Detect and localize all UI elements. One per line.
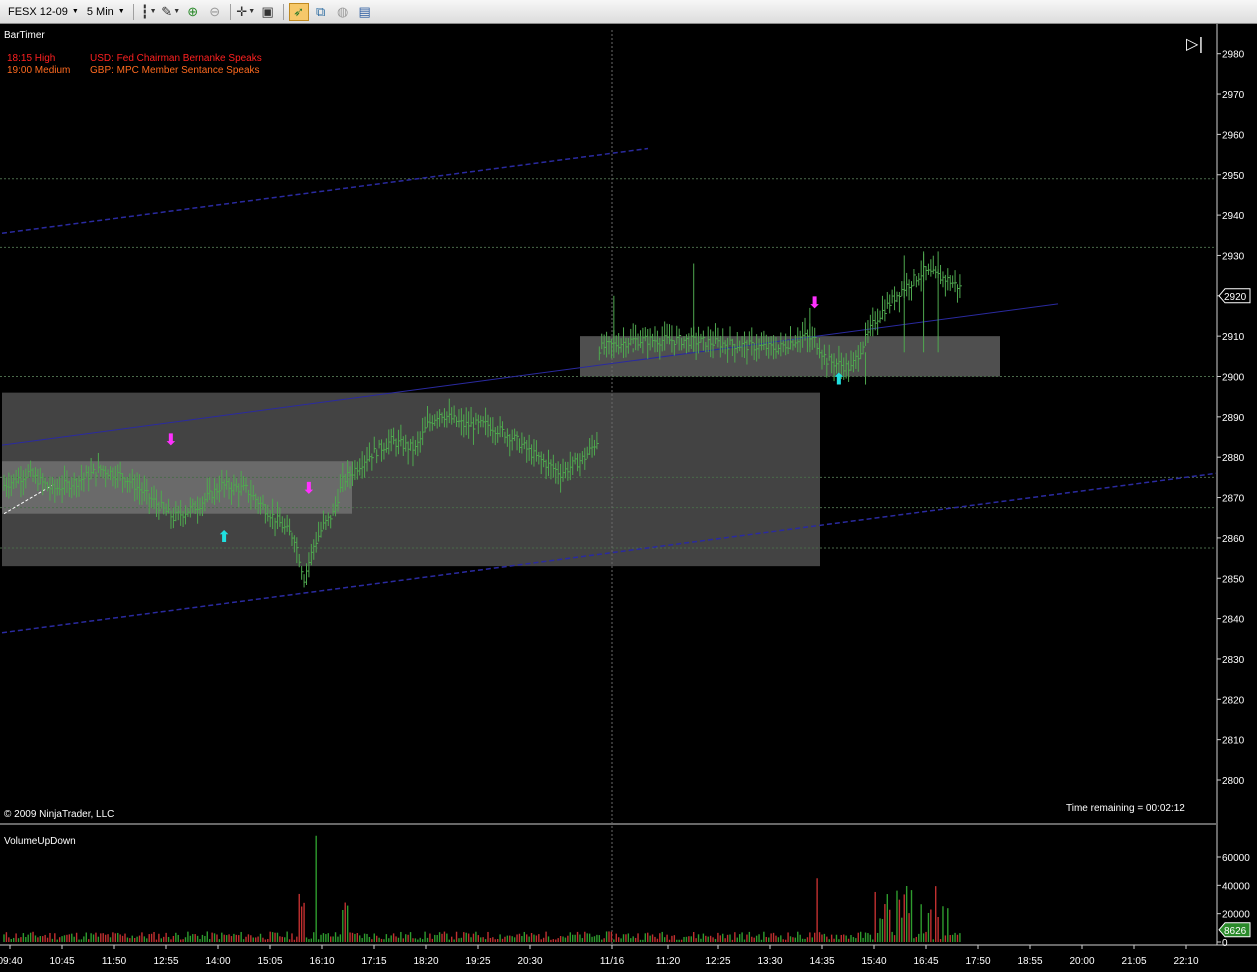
price-axis-label: 2840 [1222,615,1245,626]
price-axis-label: 2940 [1222,211,1245,222]
data-box-icon[interactable]: ▤ [355,3,375,21]
volume-axis-label: 0 [1222,938,1228,949]
price-axis-label: 2800 [1222,776,1245,787]
bar-type-icon[interactable]: ┇ ▼ [139,3,159,21]
chart-toolbar: FESX 12-09 ▼ 5 Min ▼ ┇ ▼ ✎ ▼ ⊕ ⊖ ✛ ▼ ▣ ➶ ⧉ … [0,0,1257,24]
chart-canvas: ⬇ ⬇ ⬇ ⬆ ⬆ 2800 2810 2820 2830 2840 2850 2860 2870 288… [0,24,1257,967]
buy-signal-arrow-icon: ⬆ [218,527,231,546]
price-axis-label: 2900 [1222,373,1245,384]
price-axis-label: 2890 [1222,413,1245,424]
time-axis-label: 20:00 [1069,956,1094,967]
time-axis-label: 19:25 [465,956,490,967]
time-axis-label: 18:20 [413,956,438,967]
time-axis-label: 14:00 [205,956,230,967]
sell-signal-arrow-icon: ⬇ [808,293,821,312]
zoom-out-icon[interactable]: ⊖ [205,3,225,21]
price-axis-label: 2860 [1222,534,1245,545]
time-axis-label: 11:20 [656,956,681,967]
replay-icon[interactable]: ◍ [333,3,353,21]
interval-selector[interactable]: 5 Min ▼ [83,3,129,21]
chevron-down-icon: ▼ [117,8,125,15]
scroll-to-end-icon[interactable]: ▷| [1186,34,1208,56]
price-axis-label: 2820 [1222,695,1245,706]
trend-channel-upper [1,147,649,235]
news-time: 18:15 High [7,53,56,64]
time-axis-label: 15:05 [257,956,282,967]
time-axis-label: 16:10 [309,956,334,967]
news-item: 18:15 High USD: Fed Chairman Bernanke Sp… [7,53,262,65]
draw-tool-icon[interactable]: ✎ ▼ [161,3,181,21]
news-panel: 18:15 High USD: Fed Chairman Bernanke Sp… [7,53,262,77]
volume-indicator-label: VolumeUpDown [4,836,76,847]
instrument-label: FESX 12-09 [8,5,68,18]
price-axis-label: 2910 [1222,332,1245,343]
price-axis-label: 2950 [1222,171,1245,182]
time-axis-label: 12:25 [705,956,730,967]
price-axis-label: 2810 [1222,736,1245,747]
strategy-icon[interactable]: ➶ [288,2,309,21]
price-axis-label: 2930 [1222,251,1245,262]
time-axis-label: 11:50 [102,956,127,967]
last-volume-label: 8626 [1224,926,1247,937]
time-axis-label: 13:30 [757,956,782,967]
toolbar-divider [229,3,231,20]
volume-axis-label: 20000 [1222,910,1250,921]
price-axis-label: 2880 [1222,453,1245,464]
time-axis-label: 17:50 [965,956,990,967]
time-axis-label: 16:45 [913,956,938,967]
news-time: 19:00 Medium [7,65,71,76]
time-axis-label: 22:10 [1173,956,1198,967]
copyright-text: © 2009 NinjaTrader, LLC [4,809,115,820]
time-axis-label: 17:15 [361,956,386,967]
volume-axis-label: 40000 [1222,881,1250,892]
time-axis-label: 14:35 [809,956,834,967]
toolbar-divider [282,3,284,20]
interval-label: 5 Min [86,5,114,18]
news-text: GBP: MPC Member Sentance Speaks [90,65,260,76]
time-axis-label: 10:45 [49,956,74,967]
news-item: 19:00 Medium GBP: MPC Member Sentance Sp… [7,65,262,77]
time-axis-label: 09:40 [0,956,23,967]
bartimer-indicator-label: BarTimer [4,30,45,41]
sell-signal-arrow-icon: ⬇ [302,479,315,498]
price-axis-label: 2830 [1222,655,1245,666]
properties-icon[interactable]: ▣ [258,3,278,21]
buy-signal-arrow-icon: ⬆ [832,370,845,389]
toolbar-divider [132,3,134,20]
price-axis-label: 2870 [1222,494,1245,505]
instrument-selector[interactable]: FESX 12-09 ▼ [4,3,83,21]
sell-signal-arrow-icon: ⬇ [164,430,177,449]
price-axis-label: 2850 [1222,574,1245,585]
indicators-icon[interactable]: ⧉ [311,3,331,21]
last-price-label: 2920 [1224,292,1247,303]
price-axis-label: 2980 [1222,50,1245,61]
crosshair-icon[interactable]: ✛ ▼ [236,3,256,21]
time-axis-label: 15:40 [861,956,886,967]
price-axis-label: 2970 [1222,90,1245,101]
news-text: USD: Fed Chairman Bernanke Speaks [90,53,262,64]
time-remaining-text: Time remaining = 00:02:12 [1066,803,1185,814]
price-axis-label: 2960 [1222,130,1245,141]
price-chart[interactable]: ⬇ ⬇ ⬇ ⬆ ⬆ 2800 2810 2820 2830 2840 2850 2860 2870 288… [0,24,1257,972]
time-axis-label: 21:05 [1121,956,1146,967]
zoom-in-icon[interactable]: ⊕ [183,3,203,21]
time-axis-label: 18:55 [1017,956,1042,967]
time-axis-label: 12:55 [153,956,178,967]
volume-axis-label: 60000 [1222,853,1250,864]
time-axis-label: 20:30 [517,956,542,967]
chevron-down-icon: ▼ [71,8,79,15]
time-axis-label: 11/16 [600,956,625,967]
